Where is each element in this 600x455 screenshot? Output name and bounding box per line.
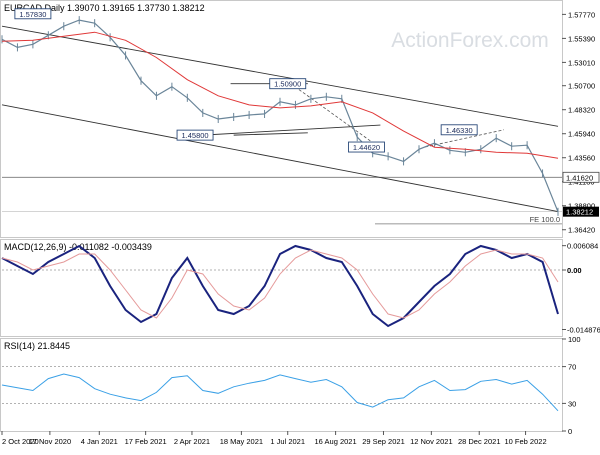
- annotation-label: 1.45800: [181, 131, 208, 140]
- price-y-tick-label: 1.43560: [568, 154, 595, 163]
- date-tick-label: 17 Feb 2021: [125, 437, 167, 446]
- date-tick-label: 1 Jul 2021: [270, 437, 305, 446]
- current-price-label: 1.38212: [566, 208, 593, 217]
- rsi-y-tick-label: 100: [568, 335, 581, 344]
- annotation-label: 1.44620: [353, 143, 380, 152]
- annotation-label: 1.57830: [19, 10, 46, 19]
- eurcad-chart: ActionForex.com EURCAD,Daily 1.39070 1.3…: [0, 0, 600, 450]
- price-y-tick-label: 1.36420: [568, 226, 595, 235]
- date-tick-label: 12 Nov 2021: [410, 437, 453, 446]
- price-y-tick-label: 1.48320: [568, 106, 595, 115]
- macd-y-tick-label: 0.00: [567, 266, 582, 275]
- date-tick-label: 18 May 2021: [220, 437, 263, 446]
- macd-axis: 0.006084 0.00 -0.014876: [562, 242, 600, 335]
- rsi-panel-frame: [0, 338, 563, 432]
- rsi-y-tick-label: 0: [568, 427, 572, 436]
- date-tick-label: 2 Apr 2021: [174, 437, 210, 446]
- date-tick-label: 17 Nov 2020: [29, 437, 72, 446]
- chart-canvas: ActionForex.com EURCAD,Daily 1.39070 1.3…: [0, 0, 600, 446]
- price-y-tick-label: 1.57770: [568, 10, 595, 19]
- price-axis: 1.57770 1.55390 1.53010 1.50700 1.48320 1.459…: [562, 10, 595, 235]
- date-axis: 2 Oct 202017 Nov 2020 4 Jan 2021 17 Feb 20…: [1, 431, 547, 446]
- watermark: ActionForex.com: [391, 29, 549, 52]
- price-y-tick-label: 1.50700: [568, 82, 595, 91]
- date-tick-label: 29 Sep 2021: [362, 437, 405, 446]
- annotation-label: 1.46330: [446, 126, 473, 135]
- rsi-panel-title: RSI(14) 21.8445: [4, 341, 70, 351]
- price-y-tick-label: 1.45940: [568, 130, 595, 139]
- macd-y-tick-label: 0.006084: [567, 242, 598, 251]
- price-y-tick-label: 1.55390: [568, 34, 595, 43]
- rsi-axis: 100 70 30 0: [562, 335, 581, 436]
- rsi-y-tick-label: 70: [568, 363, 576, 372]
- price-y-tick-label: 1.53010: [568, 58, 595, 67]
- date-tick-label: 28 Dec 2021: [458, 437, 501, 446]
- date-tick-label: 16 Aug 2021: [315, 437, 357, 446]
- macd-y-tick-label: -0.014876: [567, 326, 600, 335]
- date-tick-label: 10 Feb 2022: [505, 437, 547, 446]
- annotation-label: 1.50900: [274, 80, 301, 89]
- rsi-y-tick-label: 30: [568, 399, 576, 408]
- fe-level-label: FE 100.0: [530, 215, 560, 224]
- level-value-label: 1.41620: [566, 173, 593, 182]
- date-tick-label: 4 Jan 2021: [81, 437, 118, 446]
